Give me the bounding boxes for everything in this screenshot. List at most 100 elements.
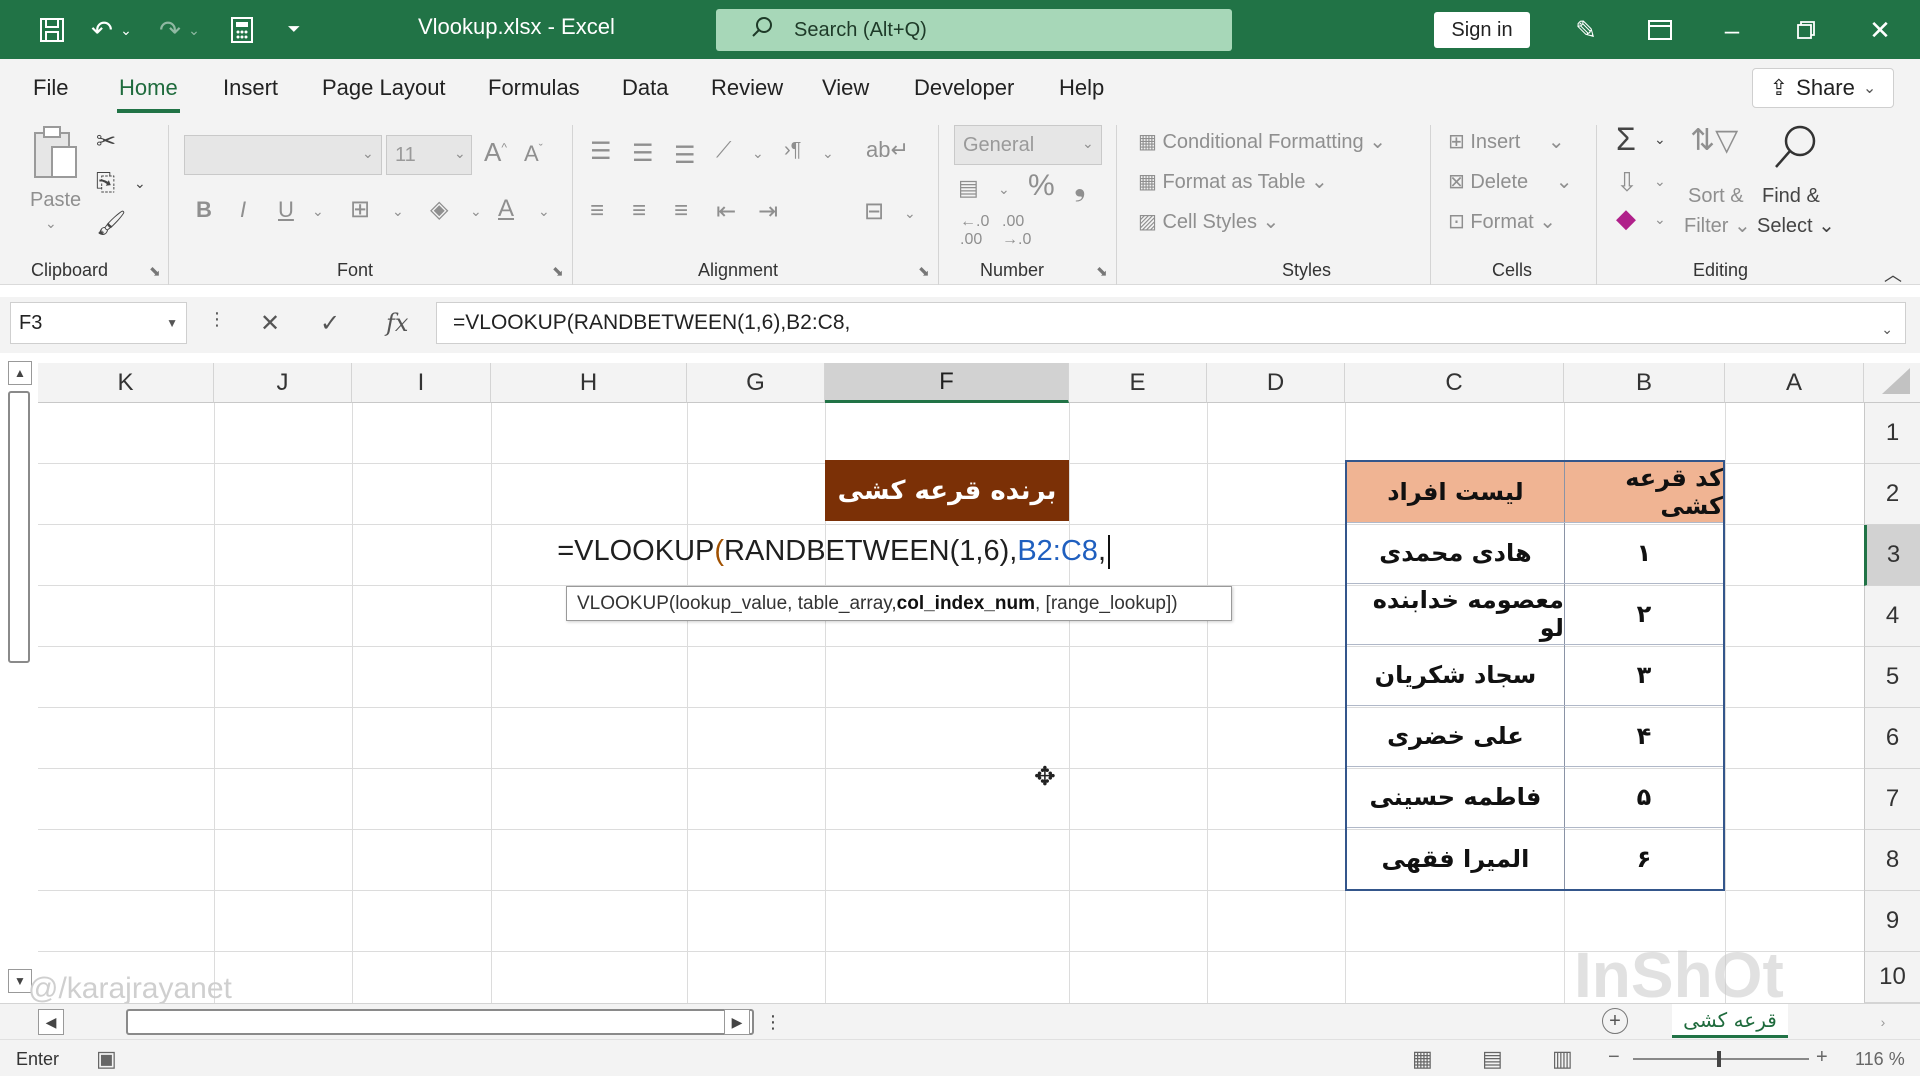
font-color-icon[interactable]: A: [498, 195, 514, 223]
tab-data[interactable]: Data: [622, 75, 668, 101]
name-box[interactable]: F3 ▼: [10, 302, 187, 344]
scroll-thumb[interactable]: [8, 391, 30, 663]
autosum-icon[interactable]: Σ: [1616, 121, 1636, 158]
accounting-dropdown-icon[interactable]: ⌄: [998, 181, 1010, 198]
align-middle-icon[interactable]: ☰: [632, 139, 654, 168]
scroll-right-icon[interactable]: ▶: [724, 1009, 750, 1035]
fill-dropdown-icon[interactable]: ⌄: [1654, 173, 1666, 190]
sort-filter-icon[interactable]: ⇅▽: [1690, 123, 1738, 158]
sheet-tab-active[interactable]: قرعه کشی: [1672, 1004, 1788, 1038]
tab-page-layout[interactable]: Page Layout: [322, 75, 446, 101]
table-cell-code[interactable]: ۵: [1565, 767, 1723, 827]
underline-icon[interactable]: U: [278, 197, 294, 223]
formula-input[interactable]: =VLOOKUP(RANDBETWEEN(1,6),B2:C8, ⌄: [436, 302, 1906, 344]
normal-view-icon[interactable]: ▦: [1412, 1046, 1433, 1072]
horizontal-scrollbar[interactable]: [126, 1009, 754, 1035]
search-box[interactable]: Search (Alt+Q): [716, 9, 1232, 51]
tab-file[interactable]: File: [33, 75, 68, 101]
active-cell-editor[interactable]: =VLOOKUP(RANDBETWEEN (1,6), B2:C8,: [548, 521, 1120, 582]
zoom-slider-knob[interactable]: [1717, 1051, 1721, 1067]
fill-color-dropdown-icon[interactable]: ⌄: [470, 203, 482, 220]
align-center-icon[interactable]: ≡: [632, 197, 646, 225]
align-right-icon[interactable]: ≡: [674, 197, 688, 225]
accounting-format-icon[interactable]: ▤: [958, 175, 979, 201]
find-select-icon[interactable]: [1768, 123, 1822, 179]
column-header-d[interactable]: D: [1207, 363, 1345, 403]
autosum-dropdown-icon[interactable]: ⌄: [1654, 131, 1666, 148]
font-launcher-icon[interactable]: ⬊: [552, 263, 564, 280]
zoom-level[interactable]: 116 %: [1855, 1049, 1905, 1070]
row-header-8[interactable]: 8: [1864, 830, 1920, 891]
font-name-combo[interactable]: [184, 135, 382, 175]
decrease-decimal-icon[interactable]: .00 →.0: [1002, 213, 1031, 249]
scroll-up-icon[interactable]: ▲: [8, 361, 32, 385]
find-label[interactable]: Find &: [1762, 185, 1820, 208]
add-sheet-icon[interactable]: +: [1602, 1008, 1628, 1034]
table-cell-name[interactable]: معصومه خدابنده لو: [1347, 584, 1565, 644]
row-header-1[interactable]: 1: [1864, 403, 1920, 464]
close-icon[interactable]: ✕: [1860, 12, 1900, 48]
pen-icon[interactable]: ✎: [1566, 12, 1606, 48]
function-tooltip[interactable]: VLOOKUP(lookup_value, table_array, col_i…: [566, 586, 1232, 621]
cancel-icon[interactable]: ✕: [260, 309, 280, 338]
zoom-in-icon[interactable]: +: [1816, 1046, 1828, 1069]
table-header-name[interactable]: لیست افراد: [1347, 462, 1565, 522]
save-icon[interactable]: [34, 12, 70, 48]
comma-style-icon[interactable]: ❟: [1074, 169, 1086, 203]
enter-icon[interactable]: ✓: [320, 309, 340, 338]
zoom-out-icon[interactable]: −: [1608, 1046, 1620, 1069]
restore-icon[interactable]: [1786, 12, 1826, 48]
clear-dropdown-icon[interactable]: ⌄: [1654, 211, 1666, 228]
align-top-icon[interactable]: ☰: [590, 137, 612, 166]
font-name-dropdown-icon[interactable]: ⌄: [362, 145, 374, 162]
underline-dropdown-icon[interactable]: ⌄: [312, 203, 324, 220]
decrease-font-icon[interactable]: Aˇ: [524, 141, 543, 167]
insert-cells-button[interactable]: ⊞ Insert ⌄: [1448, 129, 1565, 154]
table-header-code[interactable]: کد قرعه کشی: [1564, 462, 1723, 522]
share-button[interactable]: ⇪ Share ⌄: [1752, 68, 1894, 108]
align-left-icon[interactable]: ≡: [590, 197, 604, 225]
column-header-b[interactable]: B: [1564, 363, 1725, 403]
collapse-ribbon-icon[interactable]: ︿: [1884, 261, 1902, 287]
sign-in-button[interactable]: Sign in: [1434, 12, 1530, 48]
accessibility-icon[interactable]: ▣: [96, 1046, 117, 1072]
table-cell-name[interactable]: علی خضری: [1347, 706, 1565, 766]
tab-split-icon[interactable]: ⋮: [760, 1009, 786, 1035]
undo-dropdown-icon[interactable]: ⌄: [116, 12, 136, 48]
undo-icon[interactable]: ↶: [84, 12, 120, 48]
expand-formula-icon[interactable]: ⌄: [1881, 321, 1893, 338]
format-painter-icon[interactable]: 🖌: [96, 209, 126, 238]
bold-icon[interactable]: B: [196, 197, 212, 223]
worksheet-grid[interactable]: ▲ ▼ K J I H G F E D C B A 1 2 3 4 5 6 7 …: [0, 353, 1920, 1011]
table-cell-code[interactable]: ۳: [1565, 645, 1723, 705]
increase-indent-icon[interactable]: ⇥: [758, 197, 778, 226]
vertical-scrollbar[interactable]: ▲ ▼: [6, 361, 34, 997]
clipboard-launcher-icon[interactable]: ⬊: [149, 263, 161, 280]
row-header-5[interactable]: 5: [1864, 647, 1920, 708]
redo-dropdown-icon[interactable]: ⌄: [184, 12, 204, 48]
column-header-k[interactable]: K: [38, 363, 214, 403]
row-header-7[interactable]: 7: [1864, 769, 1920, 830]
number-format-combo[interactable]: General: [954, 125, 1102, 165]
cut-icon[interactable]: ✂: [96, 127, 116, 156]
percent-icon[interactable]: %: [1028, 169, 1055, 203]
row-header-9[interactable]: 9: [1864, 891, 1920, 952]
italic-icon[interactable]: I: [240, 197, 246, 223]
column-header-h[interactable]: H: [491, 363, 687, 403]
delete-cells-button[interactable]: ⊠ Delete ⌄: [1448, 169, 1572, 194]
scroll-left-icon[interactable]: ◀: [38, 1009, 64, 1035]
ribbon-display-icon[interactable]: [1640, 12, 1680, 48]
orientation-icon[interactable]: ⟋: [716, 137, 731, 163]
table-cell-name[interactable]: فاطمه حسینی: [1347, 767, 1565, 827]
tab-developer[interactable]: Developer: [914, 75, 1014, 101]
calculator-icon[interactable]: [224, 12, 260, 48]
font-size-dropdown-icon[interactable]: ⌄: [454, 145, 466, 162]
tab-help[interactable]: Help: [1059, 75, 1104, 101]
row-header-6[interactable]: 6: [1864, 708, 1920, 769]
align-bottom-icon[interactable]: ☰: [674, 141, 696, 170]
filter-label[interactable]: Filter ⌄: [1684, 213, 1751, 238]
conditional-formatting-button[interactable]: ▦ Conditional Formatting ⌄: [1138, 129, 1386, 154]
wrap-text-icon[interactable]: ab↵: [866, 137, 909, 163]
winner-header-cell[interactable]: برنده قرعه کشی: [825, 460, 1069, 521]
column-header-c[interactable]: C: [1345, 363, 1564, 403]
